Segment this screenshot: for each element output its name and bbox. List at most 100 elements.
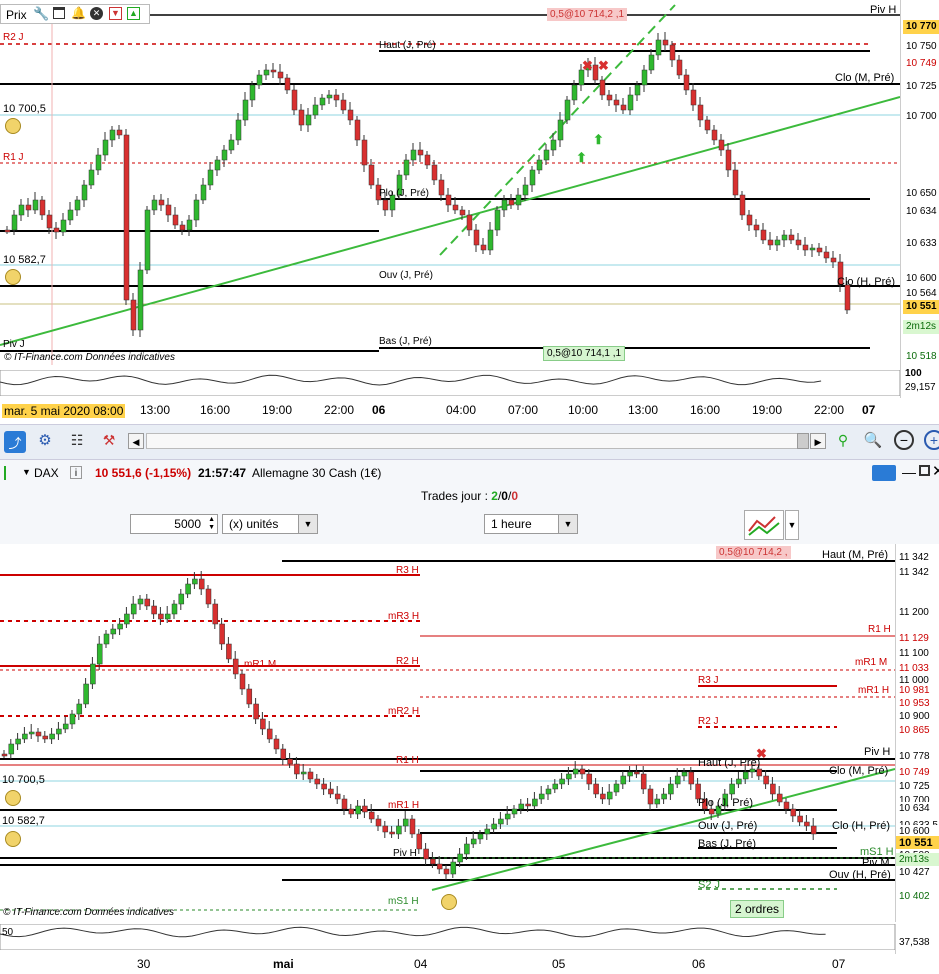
tools-icon[interactable]: ⚙	[36, 431, 54, 449]
candle	[641, 69, 648, 86]
zoom-in-icon[interactable]: +	[924, 430, 939, 450]
candle	[109, 129, 116, 141]
top-oscillator[interactable]	[0, 370, 900, 396]
minimize-icon[interactable]: —	[902, 464, 916, 480]
bottom-oscillator[interactable]	[0, 924, 895, 950]
price-tag: 11 342	[896, 551, 939, 565]
source-credit: © IT-Finance.com Données indicatives	[4, 352, 175, 363]
time-tick: 04	[414, 957, 428, 971]
candle	[613, 783, 620, 793]
candle	[171, 603, 178, 615]
candle	[192, 578, 198, 585]
chevron-down-icon[interactable]: ▼	[22, 467, 31, 477]
level-label: R1 H	[868, 624, 891, 635]
level-label: mR1 M	[855, 657, 888, 668]
instrument-time: 21:57:47	[198, 466, 247, 480]
window-icon[interactable]	[53, 7, 65, 19]
candle	[95, 154, 102, 171]
candle	[810, 825, 817, 835]
candle	[60, 219, 67, 233]
candle	[312, 104, 319, 116]
candle	[498, 818, 504, 825]
candle	[235, 119, 242, 141]
bell-icon[interactable]: 🔔	[71, 6, 86, 20]
candle	[214, 159, 221, 171]
unit-select[interactable]: (x) unités ▼	[222, 514, 318, 534]
close-icon[interactable]: ✕	[932, 462, 939, 480]
candle	[172, 214, 179, 226]
candle-icon[interactable]	[4, 466, 18, 480]
bell-icon[interactable]	[441, 894, 457, 910]
bottom-price-chart[interactable]: ✖	[0, 544, 895, 922]
zoom-area-icon[interactable]: ⚲	[834, 431, 852, 449]
zoom-fit-icon[interactable]: 🔍	[864, 431, 883, 449]
top-price-axis[interactable]: 10 770 10 750 10 749 10 725 10 700 10 650 10 6…	[900, 0, 939, 368]
chart-type-button[interactable]	[744, 510, 784, 540]
draw-icon[interactable]: ⚒	[100, 431, 118, 449]
candle	[756, 768, 763, 777]
scroll-left-button[interactable]: ◀	[128, 433, 144, 449]
trades-count-b: 0	[501, 489, 508, 503]
alert-level-1: 10 700,5	[2, 774, 45, 786]
time-tick: 07	[862, 403, 876, 417]
info-icon[interactable]: i	[70, 466, 82, 479]
price-tag: 10 650	[903, 187, 939, 201]
scroll-right-button[interactable]: ▶	[810, 433, 826, 449]
bell-icon[interactable]	[5, 790, 21, 806]
price-tag: 10 953	[896, 697, 939, 711]
candle	[25, 204, 32, 211]
candle	[620, 775, 627, 785]
time-tick: 07	[832, 957, 846, 971]
candle	[620, 104, 627, 111]
bottom-price-axis[interactable]: 11 342 11 342 11 200 11 129 11 100 11 033 11 0…	[895, 544, 939, 922]
label-r1-j: R1 J	[3, 152, 24, 163]
candle	[144, 209, 151, 271]
candle	[8, 743, 15, 755]
candle	[600, 793, 606, 800]
maximize-icon[interactable]	[919, 465, 930, 476]
fib-label: 0,5@10 714,2 ,	[716, 546, 791, 559]
share-icon[interactable]: ⤴	[4, 431, 26, 453]
candle	[35, 731, 42, 737]
top-chart-panel[interactable]: ✖ ✖ ⬆ ⬆ Prix 🔧 🔔 ✕ ▼ ▲ Piv H R2 J Haut (J, …	[0, 0, 939, 401]
wrench-icon[interactable]: 🔧	[33, 6, 49, 22]
bottom-chart-panel[interactable]: ✖ 0,5@10 714,2 , Haut (M, Pré) 10 700,5 …	[0, 544, 939, 974]
candle	[697, 104, 704, 121]
arrow-down-red-icon[interactable]: ▼	[109, 7, 122, 20]
horizontal-scrollbar[interactable]	[146, 433, 800, 449]
candle	[774, 239, 781, 246]
orders-badge[interactable]: 2 ordres	[730, 900, 785, 918]
bottom-time-axis[interactable]: 30 mai 04 05 06 07	[0, 954, 895, 974]
sell-marker-icon: ✖	[582, 58, 593, 73]
chart-type-dropdown[interactable]: ▼	[785, 510, 799, 540]
quantity-input[interactable]: 5000 ▲ ▼	[130, 514, 218, 534]
candle	[375, 818, 382, 827]
bell-icon[interactable]	[5, 831, 21, 847]
zoom-out-icon[interactable]: −	[894, 430, 914, 450]
arrow-up-green-icon[interactable]: ▲	[127, 7, 140, 20]
bell-icon[interactable]	[5, 118, 21, 134]
instrument-name[interactable]: DAX	[34, 466, 59, 480]
candle	[207, 169, 214, 186]
bell-icon[interactable]	[5, 269, 21, 285]
candle	[124, 613, 130, 625]
trades-count-a: 2	[491, 489, 498, 503]
top-price-chart[interactable]: ✖ ✖ ⬆ ⬆	[0, 0, 900, 368]
candle	[746, 214, 753, 226]
price-tag: 10 600	[903, 272, 939, 286]
level-label: mR3 H	[388, 611, 420, 622]
scroll-thumb[interactable]	[797, 433, 809, 449]
chevron-down-icon[interactable]: ▼	[558, 515, 577, 533]
toolbar: ⤴ ⚙ ☷ ⚒ ◀ ▶ ⚲ 🔍 − +	[0, 424, 939, 460]
keyboard-icon[interactable]	[872, 465, 896, 481]
top-time-axis[interactable]: mar. 5 mai 2020 08:00 13:00 16:00 19:00 22:…	[0, 400, 939, 422]
close-icon[interactable]: ✕	[90, 7, 103, 20]
stepper-icon[interactable]: ▲ ▼	[208, 516, 215, 532]
timeframe-select[interactable]: 1 heure ▼	[484, 514, 578, 534]
indicators-icon[interactable]: ☷	[68, 431, 86, 449]
label-clo-m: Clo (M, Pré)	[835, 72, 895, 84]
chevron-down-icon[interactable]: ▼	[298, 515, 317, 533]
candle	[736, 778, 742, 785]
candle	[130, 603, 137, 615]
candle	[668, 783, 674, 795]
